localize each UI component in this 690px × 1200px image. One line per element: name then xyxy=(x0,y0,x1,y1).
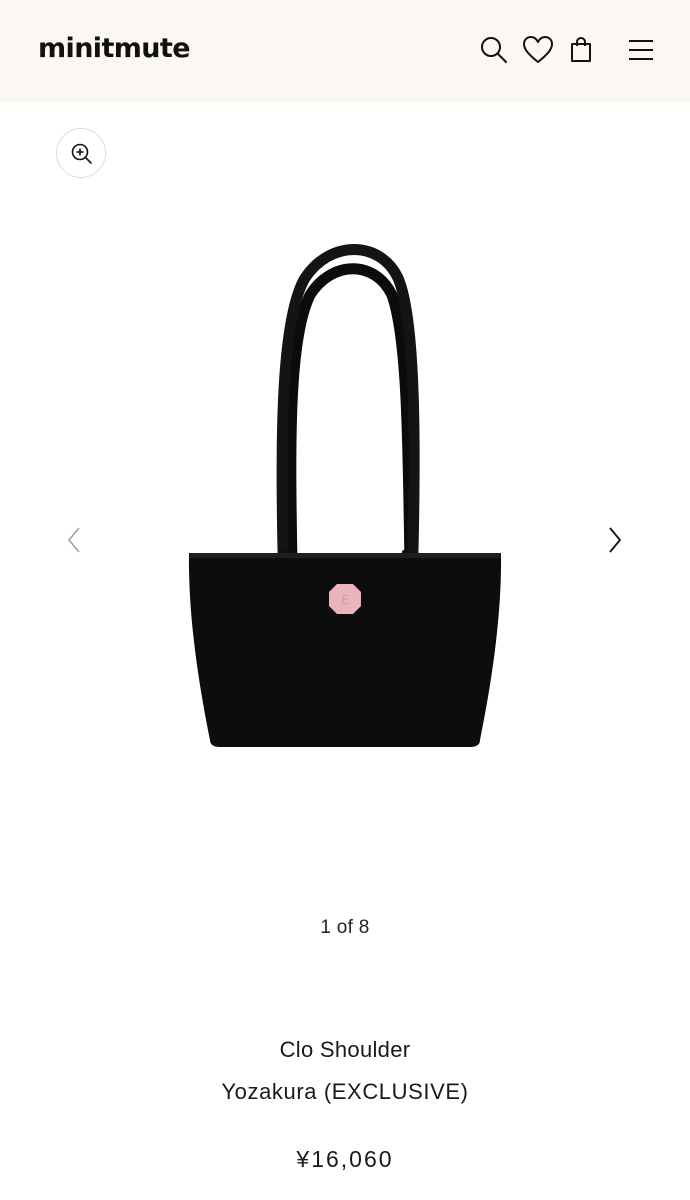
zoom-button[interactable] xyxy=(56,128,106,178)
gallery-next-button[interactable] xyxy=(603,522,627,558)
product-gallery: E xyxy=(0,180,690,880)
svg-text:E: E xyxy=(341,593,349,607)
product-price: ¥16,060 xyxy=(296,1146,394,1172)
product-title: Clo Shoulder xyxy=(279,1037,411,1062)
shopping-bag-icon[interactable] xyxy=(565,34,597,66)
site-header: minitmute xyxy=(0,0,690,103)
chevron-right-icon xyxy=(609,527,622,553)
product-variant: Yozakura (EXCLUSIVE) xyxy=(221,1079,469,1104)
zoom-in-icon xyxy=(71,143,92,164)
search-icon[interactable] xyxy=(478,34,510,66)
gallery-counter: 1 of 8 xyxy=(320,917,370,938)
heart-icon[interactable] xyxy=(522,34,554,66)
menu-icon[interactable] xyxy=(625,34,657,66)
product-image[interactable]: E xyxy=(180,220,510,750)
chevron-left-icon xyxy=(67,527,80,553)
brand-logo[interactable]: minitmute xyxy=(38,33,191,64)
gallery-prev-button[interactable] xyxy=(62,522,86,558)
